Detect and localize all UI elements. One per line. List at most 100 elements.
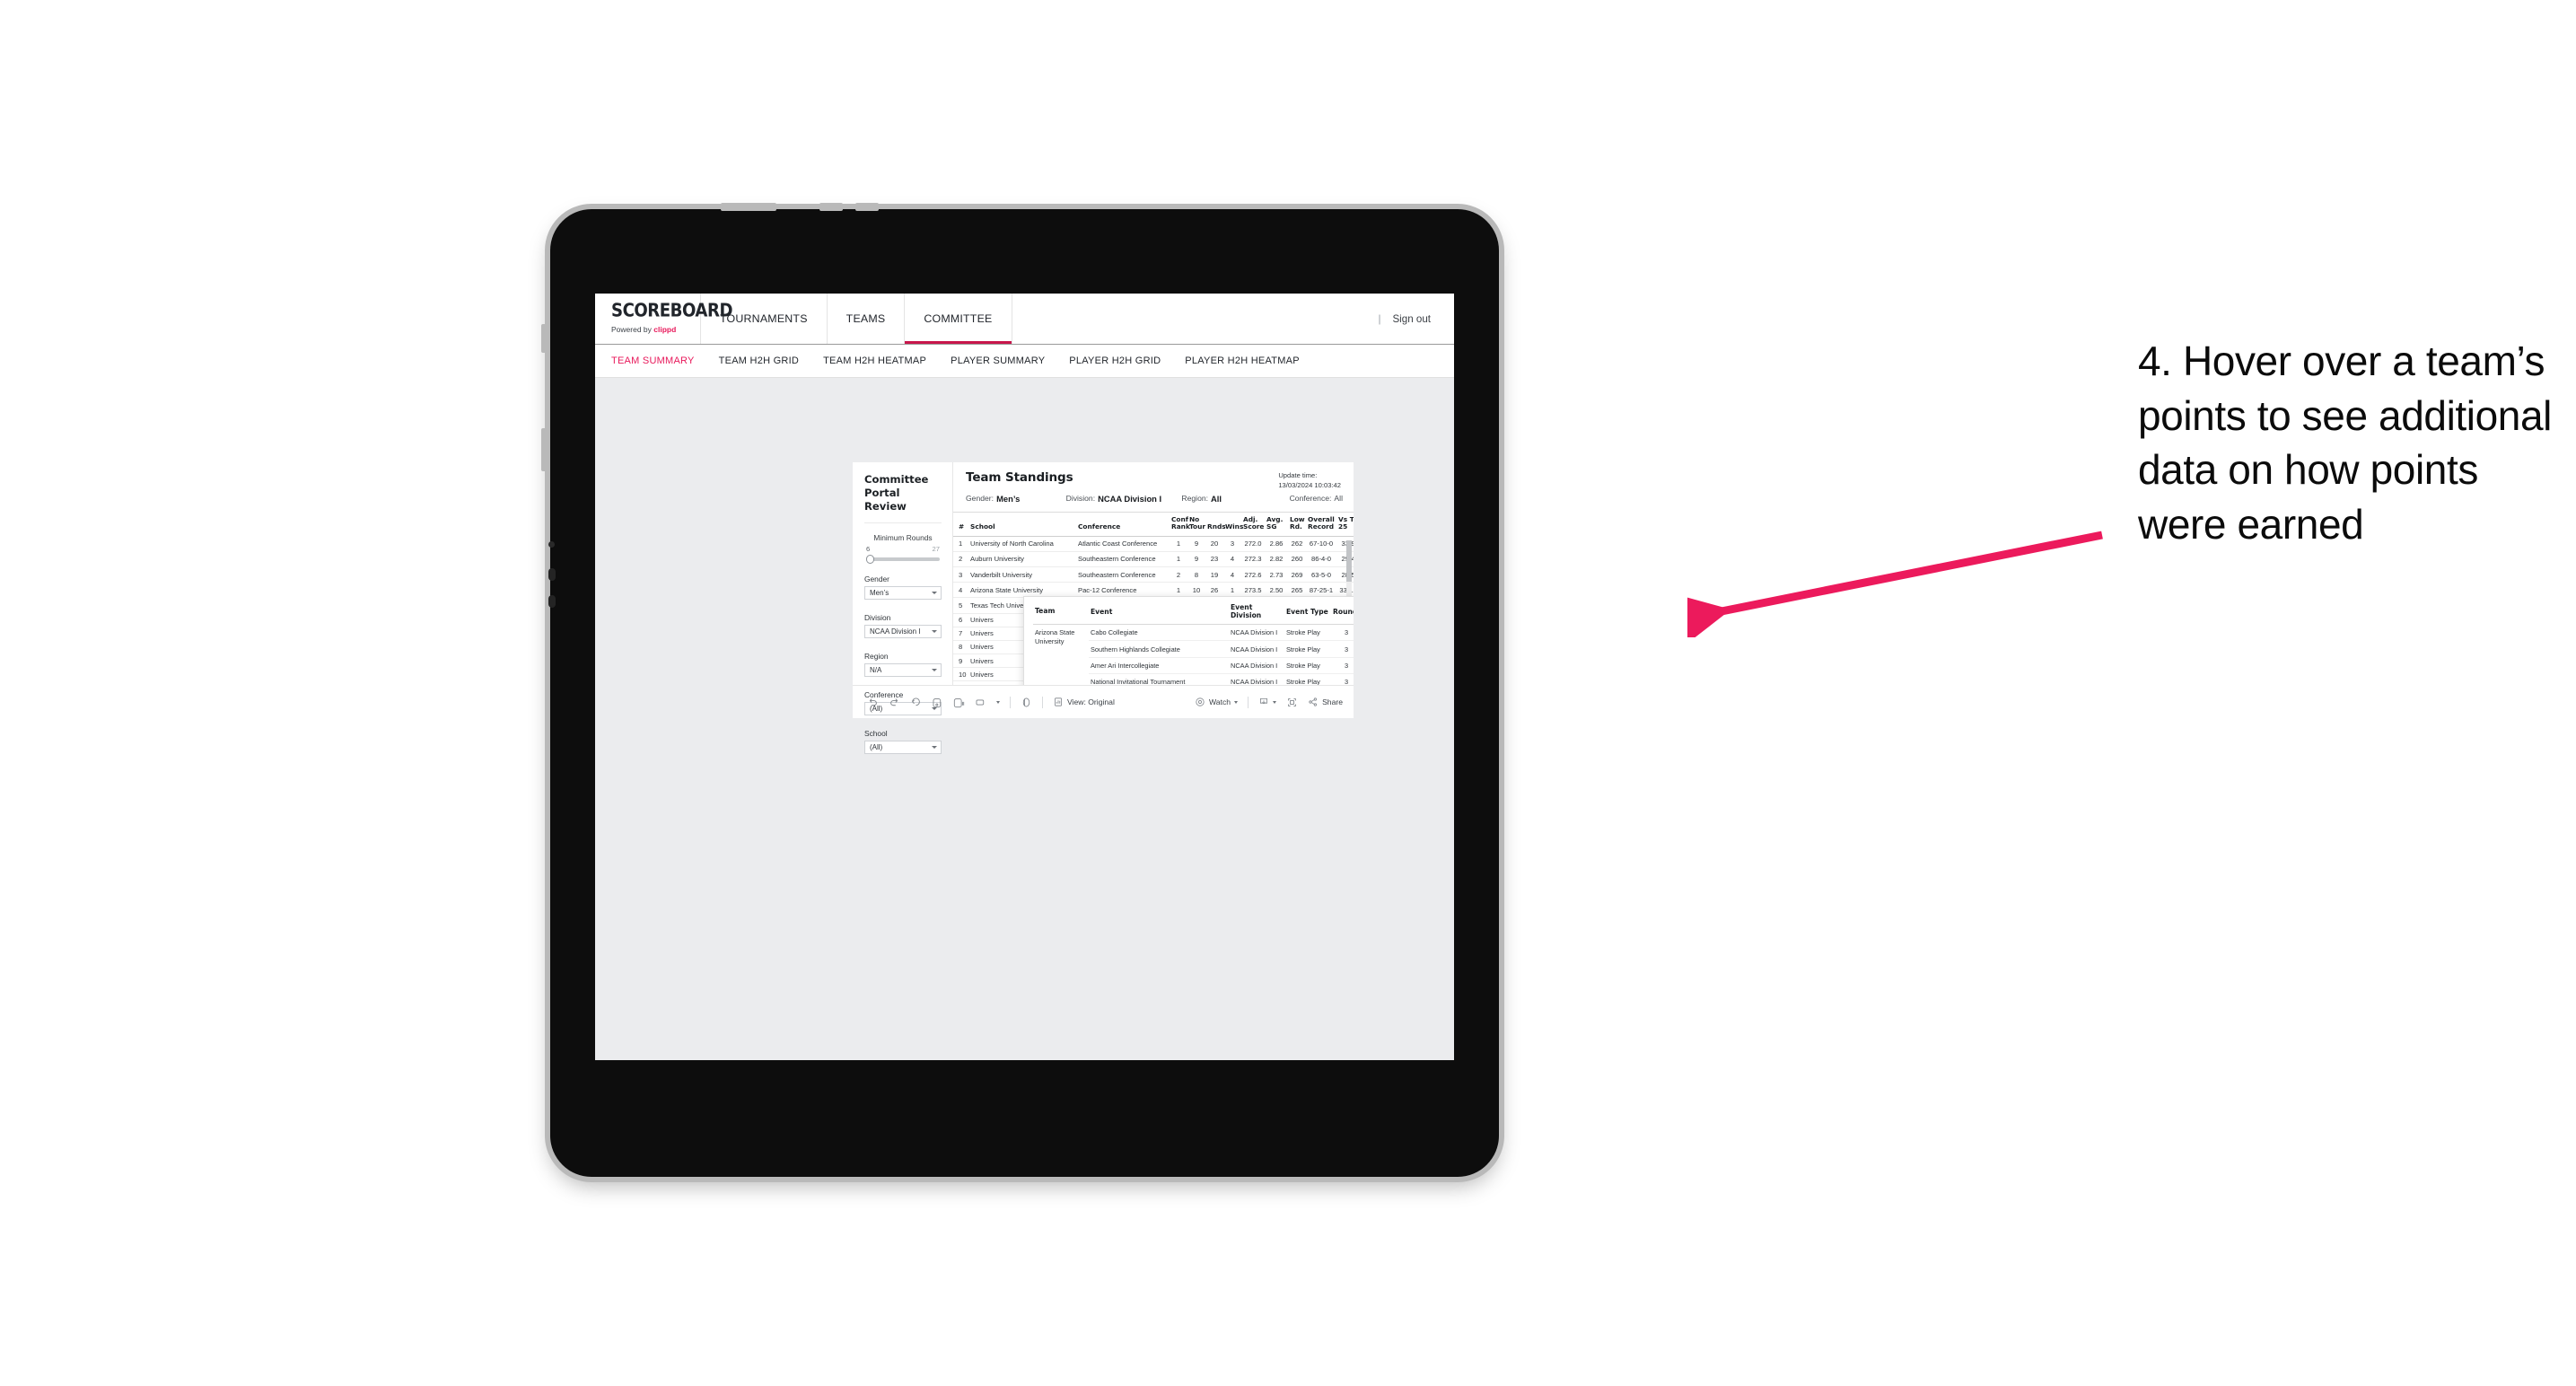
watch-button[interactable]: Watch bbox=[1195, 697, 1239, 707]
minimum-rounds-label: Minimum Rounds bbox=[873, 533, 933, 543]
minimum-rounds-slider-track[interactable] bbox=[866, 555, 940, 565]
portal-title: Committee Portal Review bbox=[864, 473, 942, 524]
minimum-rounds-slider-thumb[interactable] bbox=[866, 555, 874, 565]
filter-value-region: N/A bbox=[870, 666, 882, 675]
col-no-tour[interactable]: No Tour bbox=[1187, 512, 1205, 537]
col-overall-record[interactable]: Overall Record bbox=[1306, 512, 1336, 537]
tooltip-header-row: Team Event Event Division Event Type Rou… bbox=[1033, 603, 1354, 625]
table-row[interactable]: 3 Vanderbilt University Southeastern Confe… bbox=[953, 566, 1354, 583]
cell-wins: 4 bbox=[1223, 566, 1241, 583]
tooltip-row: Arizona State University Cabo Collegiate N… bbox=[1033, 624, 1354, 685]
cell-rnds: 23 bbox=[1205, 551, 1223, 567]
summary-division: Division: NCAA Division I bbox=[1066, 494, 1182, 504]
undo-icon[interactable] bbox=[867, 697, 879, 708]
cell-conference: Southeastern Conference bbox=[1076, 566, 1170, 583]
tooltip-cell-rounds: 3 bbox=[1331, 640, 1354, 658]
cell-conf-rank: 1 bbox=[1170, 536, 1187, 552]
update-time-label: Update time: bbox=[1278, 471, 1318, 479]
cell-overall-record: 67-10-0 bbox=[1306, 536, 1336, 552]
tooltip-cell-event-division: NCAA Division I bbox=[1229, 657, 1284, 675]
table-row[interactable]: 2 Auburn University Southeastern Conferenc… bbox=[953, 551, 1354, 567]
sign-out-link[interactable]: Sign out bbox=[1392, 313, 1431, 325]
revert-icon[interactable] bbox=[910, 697, 922, 708]
filter-value-division: NCAA Division I bbox=[870, 627, 921, 636]
cell-conf-rank: 1 bbox=[1170, 551, 1187, 567]
cell-rnds: 19 bbox=[1205, 566, 1223, 583]
col-low-rd[interactable]: Low Rd. bbox=[1288, 512, 1306, 537]
tooltip-table: Team Event Event Division Event Type Rou… bbox=[1033, 603, 1354, 685]
pause-updates-icon[interactable] bbox=[953, 697, 965, 708]
cell-rank: 9 bbox=[953, 654, 968, 669]
col-rnds[interactable]: Rnds bbox=[1205, 512, 1226, 537]
col-avg-sg[interactable]: Avg. SG bbox=[1265, 512, 1288, 537]
chevron-down-icon bbox=[932, 669, 937, 672]
device-side-button-1 bbox=[541, 324, 549, 353]
tcol-event: Event bbox=[1089, 603, 1229, 625]
brand-logo[interactable]: SCOREBOARD Powered by clippd bbox=[595, 294, 733, 344]
filter-label-gender: Gender bbox=[864, 575, 889, 584]
tablet-device: SCOREBOARD Powered by clippd TOURNAMENTS… bbox=[541, 203, 1499, 1177]
cell-school: University of North Carolina bbox=[968, 536, 1076, 552]
minimum-rounds-values: 6 27 bbox=[864, 545, 942, 553]
subnav-item-team-summary[interactable]: TEAM SUMMARY bbox=[611, 355, 695, 366]
topnav-item-teams[interactable]: TEAMS bbox=[828, 294, 906, 344]
app-subnav: TEAM SUMMARY TEAM H2H GRID TEAM H2H HEAT… bbox=[595, 345, 1454, 378]
filter-value-gender: Men’s bbox=[870, 589, 889, 598]
custom-view-icon[interactable] bbox=[975, 697, 986, 708]
tcol-event-division: Event Division bbox=[1229, 603, 1284, 625]
refresh-data-icon[interactable] bbox=[932, 697, 943, 708]
redo-icon[interactable] bbox=[889, 697, 900, 708]
topnav-divider: | bbox=[1378, 312, 1381, 325]
filter-select-region[interactable]: N/A bbox=[864, 663, 942, 678]
filter-pane: Committee Portal Review Minimum Rounds 6… bbox=[853, 462, 953, 755]
download-icon bbox=[1258, 697, 1269, 707]
standings-pane: Team Standings Update time: 13/03/2024 1… bbox=[953, 462, 1354, 685]
summary-conference: Conference: All bbox=[1290, 494, 1343, 504]
tooltip-cell-event: Amer Ari Intercollegiate bbox=[1089, 657, 1229, 675]
col-wins[interactable]: Wins bbox=[1223, 512, 1243, 537]
filter-select-gender[interactable]: Men’s bbox=[864, 586, 942, 601]
brand-powered-prefix: Powered by bbox=[611, 324, 652, 334]
subnav-item-player-h2h-grid[interactable]: PLAYER H2H GRID bbox=[1069, 355, 1161, 366]
tooltip-table-body: Arizona State University Cabo Collegiate N… bbox=[1033, 624, 1354, 685]
tooltip-cell-event: Cabo Collegiate bbox=[1089, 624, 1229, 642]
subnav-item-team-h2h-grid[interactable]: TEAM H2H GRID bbox=[719, 355, 799, 366]
col-rank[interactable]: # bbox=[953, 512, 968, 537]
cell-rank: 4 bbox=[953, 582, 968, 599]
tcol-event-type: Event Type bbox=[1284, 603, 1331, 625]
share-button[interactable]: Share bbox=[1308, 697, 1343, 707]
fullscreen-icon[interactable] bbox=[1286, 697, 1298, 708]
minimum-rounds-slider-group: Minimum Rounds 6 27 bbox=[864, 523, 942, 565]
workbook-canvas: Committee Portal Review Minimum Rounds 6… bbox=[595, 378, 1454, 1060]
minimum-rounds-max-value: 27 bbox=[932, 545, 940, 554]
cell-low-rd: 262 bbox=[1288, 536, 1306, 552]
table-scrollbar-thumb[interactable] bbox=[1346, 540, 1352, 582]
col-conference[interactable]: Conference bbox=[1076, 512, 1170, 537]
cell-rank: 2 bbox=[953, 551, 968, 567]
summary-conference-label: Conference: bbox=[1289, 494, 1332, 503]
filter-label-school: School bbox=[864, 729, 888, 739]
col-adj-score[interactable]: Adj. Score bbox=[1241, 512, 1265, 537]
subnav-item-team-h2h-heatmap[interactable]: TEAM H2H HEATMAP bbox=[823, 355, 926, 366]
view-icon bbox=[1053, 697, 1064, 707]
custom-view-caret-icon[interactable] bbox=[996, 700, 1000, 704]
view-original-button[interactable]: View: Original bbox=[1053, 697, 1115, 707]
topnav-item-committee[interactable]: COMMITTEE bbox=[905, 294, 1012, 344]
cell-rank: 1 bbox=[953, 536, 968, 552]
col-school[interactable]: School bbox=[968, 512, 1076, 537]
cell-overall-record: 63-5-0 bbox=[1306, 566, 1336, 583]
download-button[interactable] bbox=[1258, 697, 1277, 707]
cell-adj-score: 272.0 bbox=[1241, 536, 1265, 552]
filter-label-region: Region bbox=[864, 652, 889, 662]
col-conf-rank[interactable]: Conf Rank bbox=[1170, 512, 1190, 537]
cell-no-tour: 9 bbox=[1187, 551, 1205, 567]
filter-select-division[interactable]: NCAA Division I bbox=[864, 625, 942, 639]
device-preview-icon[interactable] bbox=[1021, 697, 1032, 708]
table-row[interactable]: 1 University of North Carolina Atlantic Co… bbox=[953, 536, 1354, 552]
toolbar-divider-1 bbox=[1010, 696, 1011, 708]
standings-table-head: # School Conference Conf Rank No Tour Rnds… bbox=[953, 512, 1354, 537]
filter-select-school[interactable]: (All) bbox=[864, 741, 942, 755]
col-vs-top-25[interactable]: Vs Top25 bbox=[1336, 512, 1354, 537]
subnav-item-player-summary[interactable]: PLAYER SUMMARY bbox=[951, 355, 1045, 366]
subnav-item-player-h2h-heatmap[interactable]: PLAYER H2H HEATMAP bbox=[1185, 355, 1300, 366]
